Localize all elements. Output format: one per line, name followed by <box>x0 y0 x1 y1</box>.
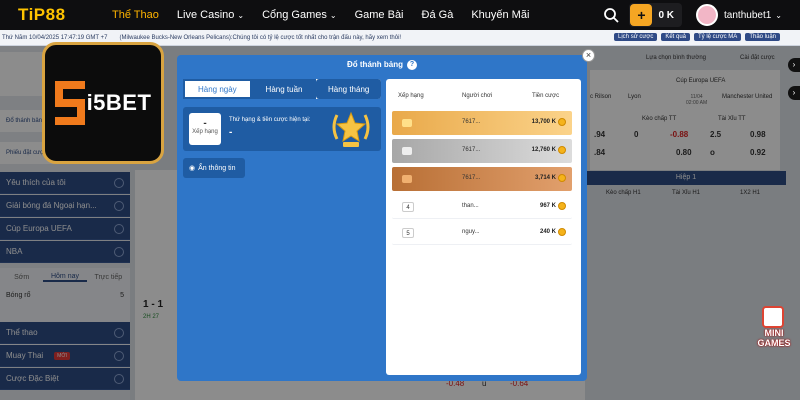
nav-cockfight[interactable]: Đá Gà <box>422 9 454 21</box>
collapse-arrow-icon[interactable]: › <box>788 86 800 100</box>
hide-info-button[interactable]: ◉ Ẩn thông tin <box>183 158 245 178</box>
silver-medal-icon <box>402 147 412 155</box>
mini-games-widget[interactable]: MINI GAMES <box>752 304 796 348</box>
col-player: Người chơi <box>462 93 493 99</box>
nav-live-casino[interactable]: Live Casino ⌄ <box>177 9 244 21</box>
period-tabs: Hàng ngày Hàng tuần Hàng tháng <box>183 79 382 99</box>
close-button[interactable]: × <box>582 49 595 62</box>
tip88-logo[interactable]: TiP88 <box>18 5 98 25</box>
dice-icon <box>762 306 784 328</box>
deposit-button[interactable]: + <box>630 4 653 26</box>
nav-card-games[interactable]: Game Bài <box>355 9 404 21</box>
collapse-arrow-icon[interactable]: › <box>788 58 800 72</box>
i5bet-wordmark: i5BET <box>86 90 152 115</box>
ticker-message: (Milwaukee Bucks-New Orleans Pelicans):C… <box>119 34 402 41</box>
wallet-balance: 0 K <box>658 9 675 21</box>
search-icon[interactable] <box>599 3 623 27</box>
ticker-buttons: Lịch sử cược Kết quả Tỷ lệ cược MA Thảo … <box>610 33 780 41</box>
table-row: 7617... 12,760 K <box>392 139 572 163</box>
nav-sports[interactable]: Thể Thao <box>112 9 159 21</box>
my-rank-caption: Thứ hạng & tiền cược hiện tại: <box>229 117 311 123</box>
top-navbar: TiP88 Thể Thao Live Casino ⌄ Cổng Games ⌄ … <box>0 0 800 30</box>
main-nav: Thể Thao Live Casino ⌄ Cổng Games ⌄ Game B… <box>112 0 547 30</box>
bet-history-button[interactable]: Lịch sử cược <box>614 33 658 41</box>
table-row: 7617... 3,714 K <box>392 167 572 191</box>
trophy-icon <box>332 111 370 147</box>
table-row: 4 than... 967 K <box>392 195 572 219</box>
nav-promotions[interactable]: Khuyến Mãi <box>471 9 529 21</box>
chevron-down-icon: ⌄ <box>329 11 337 20</box>
results-button[interactable]: Kết quả <box>661 33 691 41</box>
nav-game-portal[interactable]: Cổng Games ⌄ <box>262 9 337 21</box>
username[interactable]: tanthubet1 <box>724 10 771 21</box>
i5bet-logo: i5BET <box>42 42 164 164</box>
my-rank-box: - Xếp hạng <box>189 113 221 145</box>
user-area: + 0 K tanthubet1 ⌄ <box>599 3 782 27</box>
eye-icon: ◉ <box>189 165 196 172</box>
coin-icon <box>558 202 566 210</box>
tab-monthly[interactable]: Hàng tháng <box>316 79 382 99</box>
gold-medal-icon <box>402 119 412 127</box>
tab-weekly[interactable]: Hàng tuần <box>251 79 317 99</box>
help-icon[interactable]: ? <box>407 60 417 70</box>
i5bet-mark-icon <box>54 81 85 125</box>
avatar[interactable] <box>696 4 719 26</box>
ticker-date: Thứ Năm 10/04/2025 17:47:19 GMT +7 <box>2 34 108 41</box>
leaderboard-table: Xếp hạng Người chơi Tiền cược 7617... 13… <box>386 79 581 375</box>
wallet: + 0 K <box>629 3 683 27</box>
chevron-down-icon[interactable]: ⌄ <box>775 11 782 20</box>
coin-icon <box>558 146 566 154</box>
odds-type-button[interactable]: Tỷ lệ cược MA <box>694 33 742 41</box>
my-rank-card: - Xếp hạng Thứ hạng & tiền cược hiện tại… <box>183 107 381 151</box>
leaderboard-modal: Đổ thánh bảng? × Hàng ngày Hàng tuần Hàn… <box>177 49 595 381</box>
table-row: 7617... 13,700 K <box>392 111 572 135</box>
my-wager-value: - <box>229 127 233 138</box>
tab-daily[interactable]: Hàng ngày <box>183 79 252 99</box>
discussion-button[interactable]: Thảo luận <box>745 33 780 41</box>
modal-title: Đổ thánh bảng? <box>177 60 587 70</box>
coin-icon <box>558 174 566 182</box>
col-wager: Tiền cược <box>532 93 560 99</box>
chevron-down-icon: ⌄ <box>237 11 245 20</box>
coin-icon <box>558 118 566 126</box>
bronze-medal-icon <box>402 175 412 183</box>
coin-icon <box>558 228 566 236</box>
table-row: 5 nguy... 240 K <box>392 221 572 245</box>
col-rank: Xếp hạng <box>398 93 424 99</box>
